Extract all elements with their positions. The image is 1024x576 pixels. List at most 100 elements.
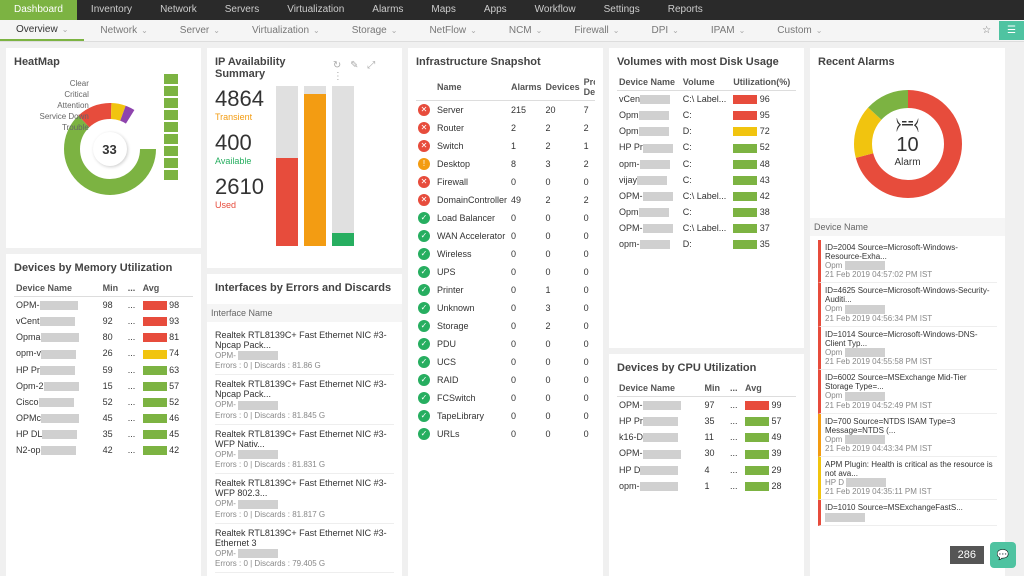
subnav-network[interactable]: Network⌄: [84, 21, 163, 40]
nav-reports[interactable]: Reports: [654, 0, 717, 20]
interface-row[interactable]: Realtek RTL8139C+ Fast Ethernet NIC #3-E…: [215, 524, 394, 573]
subnav-firewall[interactable]: Firewall⌄: [558, 21, 635, 40]
snapshot-row[interactable]: ✕Server215207: [416, 101, 595, 120]
table-row[interactable]: HP DL35... 45: [14, 426, 193, 442]
subnav-netflow[interactable]: NetFlow⌄: [413, 21, 492, 40]
interface-row[interactable]: Realtek RTL8139C+ Fast Ethernet NIC #3-W…: [215, 425, 394, 474]
alarm-device-header[interactable]: Device Name: [810, 218, 1005, 236]
alarm-row[interactable]: ID=1010 Source=MSExchangeFastS...: [818, 500, 997, 525]
snapshot-row[interactable]: ✓Load Balancer000: [416, 209, 595, 227]
disk-row[interactable]: OpmC: 95: [617, 107, 796, 123]
interface-row[interactable]: Realtek RTL8139C+ Fast Ethernet NIC #3-N…: [215, 375, 394, 424]
table-row[interactable]: vCent92... 93: [14, 313, 193, 329]
snapshot-row[interactable]: ✓Printer010: [416, 281, 595, 299]
subnav-virtualization[interactable]: Virtualization⌄: [236, 21, 336, 40]
alarm-row[interactable]: ID=4625 Source=Microsoft-Windows-Securit…: [818, 283, 997, 326]
snapshot-row[interactable]: ✕Router222: [416, 119, 595, 137]
snapshot-row[interactable]: ✓RAID000: [416, 371, 595, 389]
subnav-storage[interactable]: Storage⌄: [336, 21, 414, 40]
subnav-server[interactable]: Server⌄: [164, 21, 236, 40]
subnav-ncm[interactable]: NCM⌄: [493, 21, 558, 40]
alarm-row[interactable]: ID=1014 Source=Microsoft-Windows-DNS-Cli…: [818, 327, 997, 370]
table-row[interactable]: k16-D11... 49: [617, 429, 796, 445]
status-icon: ✓: [418, 302, 430, 314]
alarm-row[interactable]: ID=700 Source=NTDS ISAM Type=3 Message=N…: [818, 414, 997, 457]
table-row[interactable]: OPM-97... 99: [617, 397, 796, 414]
nav-dashboard[interactable]: Dashboard: [0, 0, 77, 20]
subnav-overview[interactable]: Overview⌄: [0, 20, 84, 41]
subnav-dpi[interactable]: DPI⌄: [635, 21, 694, 40]
snapshot-row[interactable]: ✕Switch121: [416, 137, 595, 155]
nav-network[interactable]: Network: [146, 0, 211, 20]
nav-workflow[interactable]: Workflow: [521, 0, 590, 20]
nav-maps[interactable]: Maps: [417, 0, 469, 20]
snapshot-row[interactable]: ✓Storage020: [416, 317, 595, 335]
cpu-table: Device NameMin...AvgOPM-97... 99HP Pr35.…: [617, 380, 796, 494]
snapshot-row[interactable]: ✓FCSwitch000: [416, 389, 595, 407]
snapshot-row[interactable]: ✓UCS000: [416, 353, 595, 371]
disk-row[interactable]: OPM-C:\ Label... 42: [617, 188, 796, 204]
table-row[interactable]: Cisco52... 52: [14, 394, 193, 410]
table-row[interactable]: OPM-98... 98: [14, 297, 193, 314]
disk-row[interactable]: OpmD: 72: [617, 123, 796, 139]
alarm-row[interactable]: ID=2004 Source=Microsoft-Windows-Resourc…: [818, 240, 997, 283]
counter-badge: 286: [950, 546, 984, 564]
alarms-title: Recent Alarms: [818, 56, 997, 68]
snapshot-row[interactable]: ✓UPS000: [416, 263, 595, 281]
snapshot-row[interactable]: ✓URLs000: [416, 425, 595, 443]
snapshot-row[interactable]: ✓PDU000: [416, 335, 595, 353]
table-row[interactable]: HP D4... 29: [617, 462, 796, 478]
ip-available-label: Available: [215, 156, 264, 166]
star-icon[interactable]: ☆: [974, 21, 999, 40]
status-icon: ✓: [418, 266, 430, 278]
disk-row[interactable]: opm-C: 48: [617, 156, 796, 172]
table-row[interactable]: HP Pr59... 63: [14, 362, 193, 378]
card-action-icons[interactable]: ↻ ✎ ⤢ ⋮: [333, 60, 394, 82]
disk-row[interactable]: HP PrC: 52: [617, 139, 796, 155]
table-row[interactable]: opm-1... 28: [617, 478, 796, 494]
ip-used-value: 2610: [215, 174, 264, 200]
table-row[interactable]: OPMc45... 46: [14, 410, 193, 426]
table-row[interactable]: opm-v26... 74: [14, 345, 193, 361]
nav-alarms[interactable]: Alarms: [358, 0, 417, 20]
nav-servers[interactable]: Servers: [211, 0, 273, 20]
alarm-row[interactable]: ID=6002 Source=MSExchange Mid-Tier Stora…: [818, 370, 997, 413]
table-row[interactable]: HP Pr35... 57: [617, 413, 796, 429]
status-icon: ✕: [418, 122, 430, 134]
status-icon: ✓: [418, 356, 430, 368]
snapshot-row[interactable]: ✓Wireless000: [416, 245, 595, 263]
disk-row[interactable]: vijayC: 43: [617, 172, 796, 188]
interface-row[interactable]: Realtek RTL8139C+ Fast Ethernet NIC #3-W…: [215, 474, 394, 523]
disk-row[interactable]: OPM-C:\ Label... 37: [617, 220, 796, 236]
snapshot-row[interactable]: ✕DomainController4922: [416, 191, 595, 209]
chat-button[interactable]: 💬: [990, 542, 1016, 568]
cpu-util-card: Devices by CPU Utilization Device NameMi…: [609, 354, 804, 576]
table-row[interactable]: Opm-215... 57: [14, 378, 193, 394]
nav-settings[interactable]: Settings: [590, 0, 654, 20]
snapshot-row[interactable]: ✕Firewall000: [416, 173, 595, 191]
memory-util-card: Devices by Memory Utilization Device Nam…: [6, 254, 201, 576]
interface-row[interactable]: Realtek RTL8139C+ Fast Ethernet NIC #3-N…: [215, 326, 394, 375]
snapshot-row[interactable]: ✓Unknown030: [416, 299, 595, 317]
subnav-custom[interactable]: Custom⌄: [761, 21, 838, 40]
disk-row[interactable]: opm-D: 35: [617, 236, 796, 252]
disk-row[interactable]: vCenC:\ Label... 96: [617, 91, 796, 108]
status-icon: ✕: [418, 194, 430, 206]
top-nav: DashboardInventoryNetworkServersVirtuali…: [0, 0, 1024, 20]
table-row[interactable]: Opma80... 81: [14, 329, 193, 345]
snapshot-row[interactable]: ✓TapeLibrary000: [416, 407, 595, 425]
nav-apps[interactable]: Apps: [470, 0, 521, 20]
alarm-row[interactable]: APM Plugin: Health is critical as the re…: [818, 457, 997, 500]
nav-inventory[interactable]: Inventory: [77, 0, 146, 20]
table-row[interactable]: OPM-30... 39: [617, 445, 796, 461]
interfaces-header[interactable]: Interface Name: [207, 304, 402, 322]
status-icon: ✓: [418, 320, 430, 332]
disk-row[interactable]: OpmC: 38: [617, 204, 796, 220]
menu-toggle[interactable]: ☰: [999, 21, 1024, 40]
subnav-ipam[interactable]: IPAM⌄: [695, 21, 761, 40]
table-row[interactable]: N2-op42... 42: [14, 442, 193, 458]
nav-virtualization[interactable]: Virtualization: [273, 0, 358, 20]
snapshot-row[interactable]: !Desktop832: [416, 155, 595, 173]
ip-used-label: Used: [215, 200, 264, 210]
snapshot-row[interactable]: ✓WAN Accelerator000: [416, 227, 595, 245]
